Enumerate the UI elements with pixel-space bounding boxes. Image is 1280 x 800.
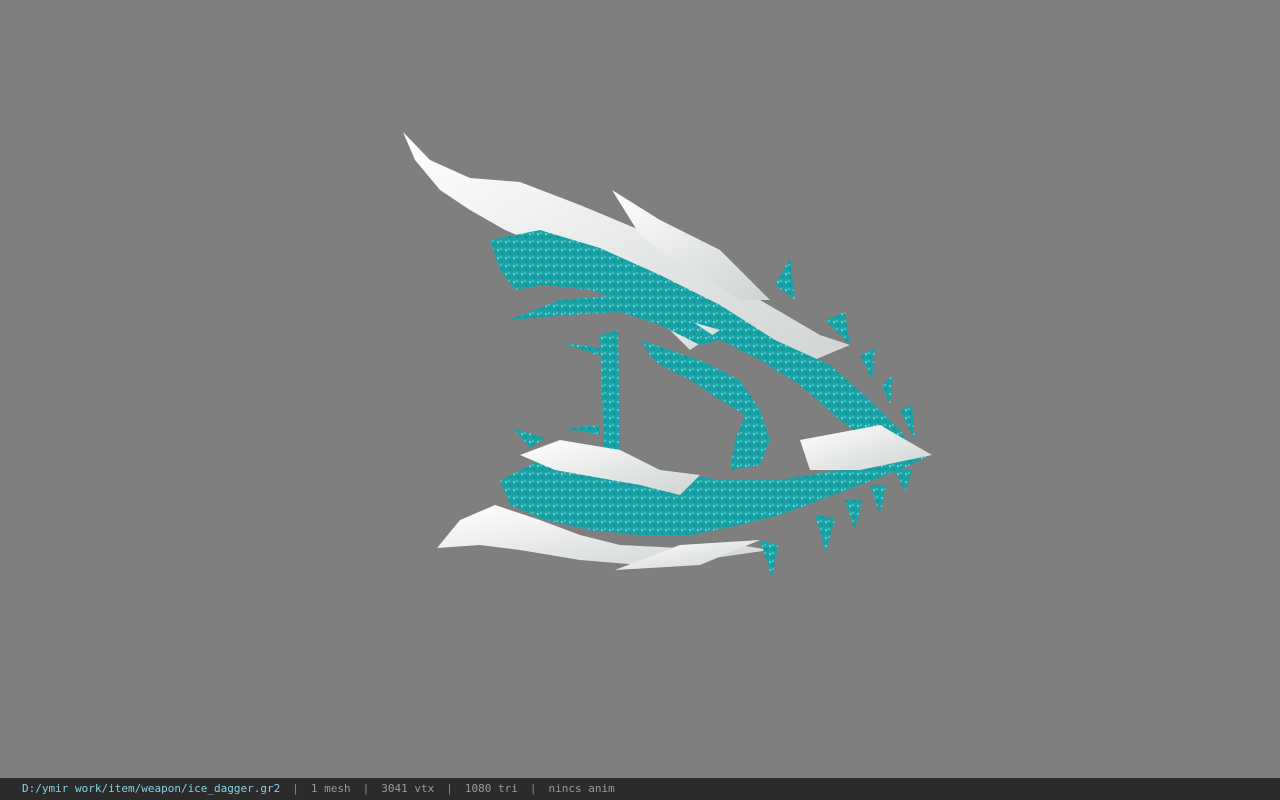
grip-spike-bottom — [565, 425, 600, 435]
guard-ring — [640, 340, 770, 470]
lower-spike-6 — [895, 470, 912, 492]
triangle-count: 1080 tri — [464, 782, 518, 795]
separator: | — [292, 782, 299, 795]
lower-spike-4 — [845, 500, 862, 530]
file-path: D:/ymir work/item/weapon/ice_dagger.gr2 — [22, 782, 281, 795]
3d-viewport[interactable] — [0, 0, 1280, 778]
lower-spike-2 — [760, 540, 778, 578]
upper-blade-shard — [403, 132, 850, 370]
lower-spike-3 — [815, 515, 835, 553]
ice-dagger-model[interactable] — [0, 0, 1280, 778]
upper-spike-4 — [860, 348, 875, 380]
vertex-count: 3041 vtx — [381, 782, 435, 795]
lower-spike-1 — [513, 428, 545, 448]
grip-spike-top — [560, 342, 600, 356]
mesh-count: 1 mesh — [310, 782, 351, 795]
separator: | — [446, 782, 453, 795]
upper-spike-5 — [882, 375, 893, 405]
lower-spike-5 — [870, 485, 886, 515]
animation-status: nincs anim — [548, 782, 615, 795]
separator: | — [362, 782, 370, 795]
status-bar: D:/ymir work/item/weapon/ice_dagger.gr2 |… — [0, 778, 1280, 800]
upper-spike-2 — [775, 258, 795, 300]
separator: | — [529, 782, 537, 795]
grip-bar — [600, 330, 620, 460]
